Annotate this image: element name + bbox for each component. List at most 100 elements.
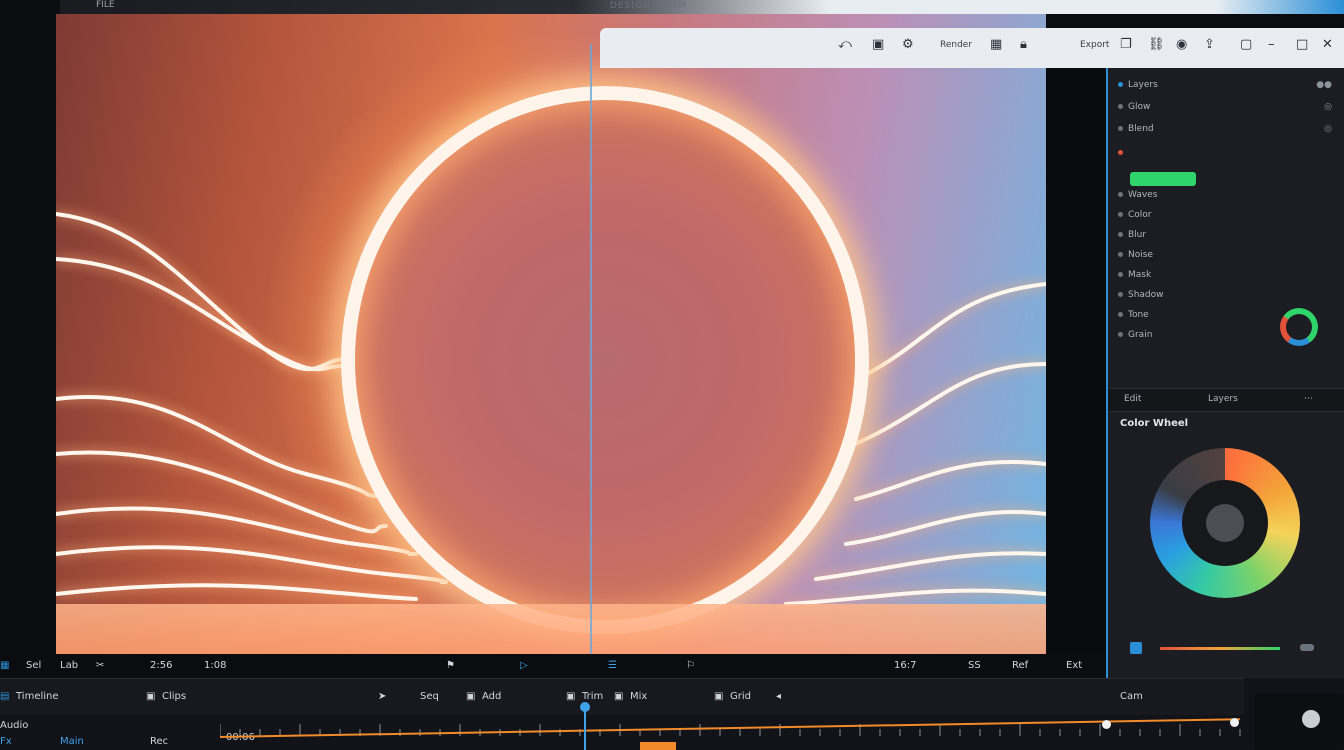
transport-label[interactable]: Sel bbox=[26, 660, 41, 671]
layer-dot bbox=[1118, 312, 1123, 317]
color-wheel-heading: Color Wheel bbox=[1120, 418, 1189, 429]
waves-level-bar[interactable] bbox=[1130, 172, 1196, 186]
wave-left-7 bbox=[56, 583, 418, 601]
grid-icon[interactable]: ▦ bbox=[990, 37, 1002, 52]
color-wheel[interactable] bbox=[1150, 448, 1300, 598]
copy-icon[interactable]: ❐ bbox=[1120, 37, 1132, 52]
timeline-label[interactable]: Seq bbox=[420, 691, 439, 702]
mini-color-ring[interactable] bbox=[1280, 308, 1318, 346]
track-label[interactable]: Audio bbox=[0, 720, 28, 731]
transport-label[interactable]: Ref bbox=[1012, 660, 1028, 671]
eye-icon[interactable]: ◎ bbox=[1324, 102, 1332, 112]
timeline-label[interactable]: Mix bbox=[630, 691, 647, 702]
timeline-header: ▤ Timeline ▣ Clips ➤ Seq ▣ Add ▣ Trim ▣ … bbox=[0, 678, 1244, 715]
list-icon[interactable]: ☰ bbox=[608, 660, 617, 671]
play-icon[interactable]: ▷ bbox=[520, 660, 528, 671]
wave-left-6 bbox=[56, 545, 448, 585]
export-button[interactable]: Export bbox=[1080, 40, 1109, 50]
split-guide-line[interactable] bbox=[590, 44, 592, 654]
layer-dot bbox=[1118, 292, 1123, 297]
transport-label[interactable]: Lab bbox=[60, 660, 78, 671]
panel-row[interactable]: Glow bbox=[1118, 102, 1150, 116]
layers-icon[interactable]: ▣ bbox=[872, 37, 884, 52]
wave-right-3 bbox=[854, 460, 1046, 501]
timeline-label[interactable]: Add bbox=[482, 691, 501, 702]
mix-icon[interactable]: ▣ bbox=[614, 691, 623, 702]
window-icon[interactable]: ▢ bbox=[1240, 37, 1252, 52]
keyframe[interactable] bbox=[1102, 720, 1111, 729]
top-toolbar: ⤺ ▣ ⚙ Render ▦ 🔒︎ Export ❐ ⛓ ◉ ⇪ ▢ – □ ✕ bbox=[600, 28, 1344, 68]
panel-row[interactable] bbox=[1118, 148, 1128, 162]
camera-icon[interactable]: ◉ bbox=[1176, 37, 1187, 52]
ratio-label: 16:7 bbox=[894, 660, 917, 671]
minimize-icon[interactable]: – bbox=[1268, 37, 1275, 52]
select-icon[interactable]: ➤ bbox=[378, 691, 386, 702]
panel-row[interactable]: Blend bbox=[1118, 124, 1154, 138]
timeline-label[interactable]: Trim bbox=[582, 691, 603, 702]
playhead[interactable] bbox=[580, 702, 590, 750]
camera-icon[interactable]: ◂ bbox=[776, 691, 781, 702]
canvas-viewport[interactable] bbox=[56, 14, 1046, 654]
tab-edit[interactable]: Edit bbox=[1124, 394, 1141, 404]
panel-row-label: Layers bbox=[1128, 80, 1158, 90]
hue-slider[interactable] bbox=[1130, 642, 1330, 654]
track-label[interactable]: Fx bbox=[0, 736, 12, 747]
maximize-icon[interactable]: □ bbox=[1296, 37, 1308, 52]
undo-icon[interactable]: ⤺ bbox=[838, 37, 852, 52]
grid-icon[interactable]: ▣ bbox=[714, 691, 723, 702]
panel-row[interactable]: Layers bbox=[1118, 80, 1158, 94]
panel-row[interactable]: Color bbox=[1118, 210, 1152, 224]
timeline-label[interactable]: Cam bbox=[1120, 691, 1143, 702]
layer-dot bbox=[1118, 212, 1123, 217]
keyframe[interactable] bbox=[1230, 718, 1239, 727]
transport-label[interactable]: Ext bbox=[1066, 660, 1082, 671]
share-icon[interactable]: ⇪ bbox=[1204, 37, 1215, 52]
close-icon[interactable]: ✕ bbox=[1322, 37, 1333, 52]
timeline-label[interactable]: Grid bbox=[730, 691, 751, 702]
panel-row[interactable]: Tone bbox=[1118, 310, 1149, 324]
more-icon[interactable]: ⋯ bbox=[1304, 394, 1313, 404]
panel-row-label: Noise bbox=[1128, 250, 1153, 260]
panel-row[interactable]: Waves bbox=[1118, 190, 1157, 204]
eye-icon[interactable]: ◎ bbox=[1324, 124, 1332, 134]
grid-icon[interactable]: ▦ bbox=[0, 660, 9, 671]
timeline-label[interactable]: Clips bbox=[162, 691, 186, 702]
timeline-title[interactable]: Timeline bbox=[16, 691, 59, 702]
timeline-clip[interactable] bbox=[640, 742, 676, 750]
add-icon[interactable]: ▣ bbox=[466, 691, 475, 702]
panel-row[interactable]: Shadow bbox=[1118, 290, 1164, 304]
panel-row-label: Blend bbox=[1128, 124, 1154, 134]
flag-icon[interactable]: ⚐ bbox=[686, 660, 695, 671]
swatch-icon[interactable] bbox=[1130, 642, 1142, 654]
clips-icon[interactable]: ▣ bbox=[146, 691, 155, 702]
lock-icon[interactable]: 🔒︎ bbox=[1020, 37, 1027, 52]
file-menu[interactable]: FILE bbox=[96, 0, 115, 10]
settings-icon[interactable]: ⚙ bbox=[902, 37, 914, 52]
trim-icon[interactable]: ▣ bbox=[566, 691, 575, 702]
jog-knob[interactable] bbox=[1302, 710, 1320, 728]
color-wheel-center[interactable] bbox=[1206, 504, 1244, 542]
layer-dot bbox=[1118, 232, 1123, 237]
panel-row[interactable]: Blur bbox=[1118, 230, 1146, 244]
panel-row[interactable]: Noise bbox=[1118, 250, 1153, 264]
layer-dot bbox=[1118, 272, 1123, 277]
panel-row[interactable]: Mask bbox=[1118, 270, 1151, 284]
marker-icon[interactable]: ⚑ bbox=[446, 660, 455, 671]
wave-right-5 bbox=[814, 551, 1046, 581]
layer-dot bbox=[1118, 82, 1123, 87]
floor-glow bbox=[56, 604, 1046, 654]
tab-layers[interactable]: Layers bbox=[1208, 394, 1238, 404]
rec-label[interactable]: Rec bbox=[150, 736, 168, 747]
link-icon[interactable]: ⛓ bbox=[1148, 37, 1165, 52]
slider-knob[interactable] bbox=[1300, 644, 1314, 651]
timeline-icon[interactable]: ▤ bbox=[0, 691, 9, 702]
transport-label[interactable]: SS bbox=[968, 660, 981, 671]
panel-row[interactable]: Grain bbox=[1118, 330, 1152, 344]
track-label[interactable]: Main bbox=[60, 736, 84, 747]
timeline: ▤ Timeline ▣ Clips ➤ Seq ▣ Add ▣ Trim ▣ … bbox=[0, 678, 1344, 750]
glowing-ring bbox=[341, 86, 869, 634]
cut-icon[interactable]: ✂ bbox=[96, 660, 104, 671]
hue-track[interactable] bbox=[1160, 647, 1280, 650]
render-button[interactable]: Render bbox=[940, 40, 972, 50]
toggle-icon[interactable]: ●● bbox=[1316, 80, 1332, 90]
